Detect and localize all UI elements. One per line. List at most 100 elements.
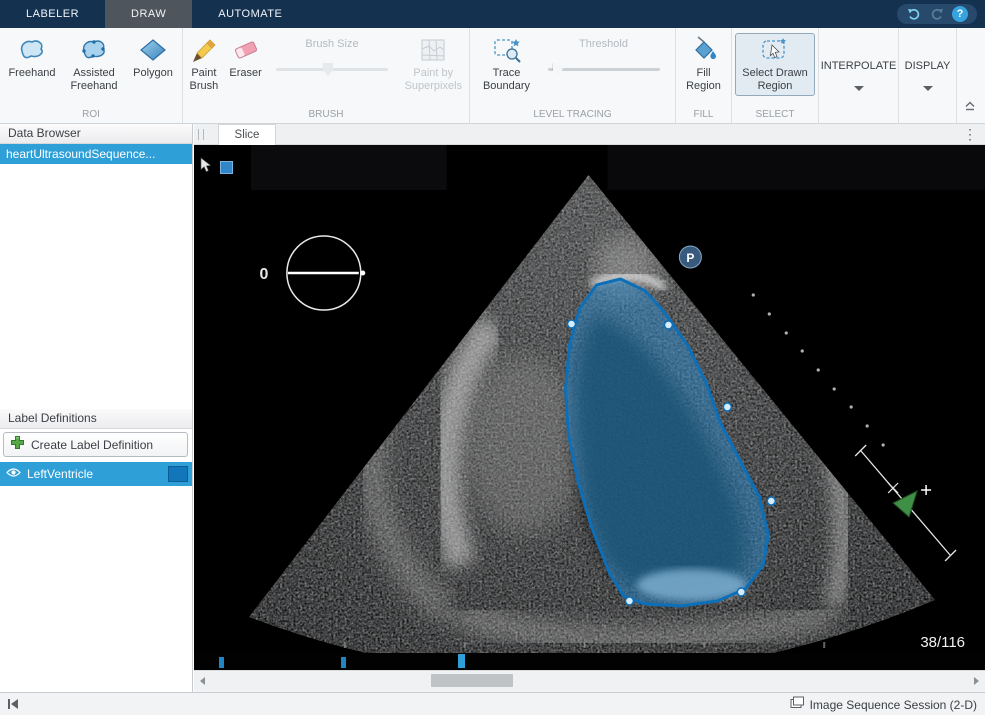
main-viewer: Slice ⋮: [194, 124, 985, 692]
roi-vertex[interactable]: [737, 588, 745, 596]
trace-boundary-icon: [492, 36, 522, 64]
select-drawn-region-icon: [760, 36, 790, 64]
canvas-overlay-toolbar: [199, 157, 233, 178]
data-browser-header: Data Browser: [0, 124, 192, 144]
frame-counter: 38/116: [920, 634, 965, 651]
app-window: LABELER DRAW AUTOMATE ? Freehand: [0, 0, 985, 715]
ribbon-section-fill: Fill Region FILL: [676, 28, 732, 123]
trace-boundary-button[interactable]: Trace Boundary: [476, 33, 538, 96]
eraser-button[interactable]: Eraser: [225, 33, 267, 83]
roi-vertex[interactable]: [625, 597, 633, 605]
interpolate-dropdown[interactable]: INTERPOLATE: [819, 28, 898, 123]
label-name: LeftVentricle: [27, 467, 162, 481]
paint-brush-icon: [189, 36, 219, 64]
tab-labeler[interactable]: LABELER: [0, 0, 105, 28]
scroll-left-button[interactable]: [194, 671, 211, 690]
ribbon-section-display: DISPLAY: [899, 28, 957, 123]
select-drawn-region-button[interactable]: Select Drawn Region: [735, 33, 815, 96]
fill-region-button[interactable]: Fill Region: [678, 33, 730, 96]
labeled-frame-tick: [341, 657, 346, 668]
eraser-icon: [231, 36, 261, 64]
polygon-button[interactable]: Polygon: [127, 33, 179, 83]
superpixels-icon: [419, 36, 447, 64]
active-label-color-indicator[interactable]: [220, 161, 233, 174]
assisted-freehand-icon: [79, 36, 109, 64]
ribbon-section-level-tracing: Trace Boundary Threshold LEVEL TRACING: [470, 28, 676, 123]
threshold-group: Threshold: [544, 35, 664, 76]
ultrasound-view: 0 P 38/116: [194, 145, 985, 653]
svg-text:P: P: [686, 251, 694, 265]
header-band-left: [251, 145, 447, 190]
brush-section-label: BRUSH: [183, 108, 469, 123]
panel-grip-icon[interactable]: [198, 129, 204, 140]
freehand-icon: [17, 36, 47, 64]
create-label-definition-button[interactable]: Create Label Definition: [3, 432, 188, 457]
brush-size-label: Brush Size: [305, 38, 358, 50]
ribbon-section-roi: Freehand Assisted Freehand Polygon ROI: [0, 28, 183, 123]
roi-vertex[interactable]: [767, 497, 775, 505]
display-dropdown[interactable]: DISPLAY: [899, 28, 956, 123]
cursor-tool-icon[interactable]: [199, 157, 214, 178]
image-canvas[interactable]: 0 P 38/116: [194, 145, 985, 653]
tab-automate[interactable]: AUTOMATE: [192, 0, 308, 28]
threshold-slider-thumb[interactable]: [553, 63, 563, 76]
paint-by-superpixels-button[interactable]: Paint by Superpixels: [398, 33, 469, 96]
session-icon: [790, 696, 805, 714]
fill-region-icon: [689, 36, 719, 64]
label-color-swatch[interactable]: [168, 466, 188, 482]
data-browser-item[interactable]: heartUltrasoundSequence...: [0, 144, 192, 164]
svg-text:0: 0: [259, 266, 268, 283]
go-to-first-frame-icon[interactable]: [6, 697, 20, 715]
toolstrip-tabbar: LABELER DRAW AUTOMATE ?: [0, 0, 985, 28]
roi-vertex[interactable]: [723, 403, 731, 411]
threshold-slider[interactable]: [548, 62, 660, 76]
horizontal-scrollbar[interactable]: [194, 670, 985, 690]
labeled-frame-tick: [219, 657, 224, 668]
eye-visible-icon[interactable]: [6, 465, 21, 483]
quick-access-toolbar: ?: [897, 4, 977, 24]
level-tracing-section-label: LEVEL TRACING: [470, 108, 675, 123]
select-section-label: SELECT: [732, 108, 818, 123]
ribbon-section-select: Select Drawn Region SELECT: [732, 28, 819, 123]
ribbon-section-brush: Paint Brush Eraser Brush Size: [183, 28, 470, 123]
threshold-label: Threshold: [579, 38, 628, 50]
ribbon-filler: [957, 28, 985, 123]
header-band-right: [607, 145, 985, 190]
roi-vertex[interactable]: [568, 320, 576, 328]
status-bar: Image Sequence Session (2-D): [0, 692, 985, 715]
session-status: Image Sequence Session (2-D): [790, 696, 977, 714]
kebab-menu-icon[interactable]: ⋮: [963, 125, 977, 144]
roi-vertex[interactable]: [664, 321, 672, 329]
freehand-button[interactable]: Freehand: [3, 33, 61, 83]
chevron-down-icon: [854, 86, 864, 91]
fill-section-label: FILL: [676, 108, 731, 123]
scroll-right-button[interactable]: [968, 671, 985, 690]
session-label: Image Sequence Session (2-D): [810, 698, 977, 712]
assisted-freehand-button[interactable]: Assisted Freehand: [61, 33, 127, 96]
ribbon-section-interpolate: INTERPOLATE: [819, 28, 899, 123]
sidebar: Data Browser heartUltrasoundSequence... …: [0, 124, 193, 692]
polygon-icon: [138, 36, 168, 64]
label-definitions-header: Label Definitions: [0, 409, 192, 429]
draw-ribbon: Freehand Assisted Freehand Polygon ROI: [0, 28, 985, 124]
label-definition-row[interactable]: LeftVentricle: [0, 462, 192, 486]
help-button[interactable]: ?: [952, 6, 968, 22]
chevron-down-icon: [923, 86, 933, 91]
brush-size-slider[interactable]: [276, 62, 388, 76]
frame-timeline[interactable]: [194, 653, 985, 670]
threshold-slider-track: [548, 68, 660, 71]
minimize-ribbon-button[interactable]: [963, 98, 977, 116]
redo-icon[interactable]: [929, 6, 945, 22]
green-plus-icon: [10, 435, 25, 455]
undo-icon[interactable]: [906, 6, 922, 22]
scrollbar-thumb[interactable]: [431, 674, 513, 687]
tab-slice[interactable]: Slice: [218, 124, 276, 145]
tab-draw[interactable]: DRAW: [105, 0, 192, 28]
brush-size-slider-thumb[interactable]: [323, 63, 333, 76]
current-frame-tick: [458, 654, 465, 668]
document-tabbar: Slice ⋮: [194, 124, 985, 145]
paint-brush-button[interactable]: Paint Brush: [183, 33, 225, 96]
brush-size-group: Brush Size: [272, 35, 391, 76]
p-marker: P: [679, 246, 701, 268]
roi-section-label: ROI: [0, 108, 182, 123]
